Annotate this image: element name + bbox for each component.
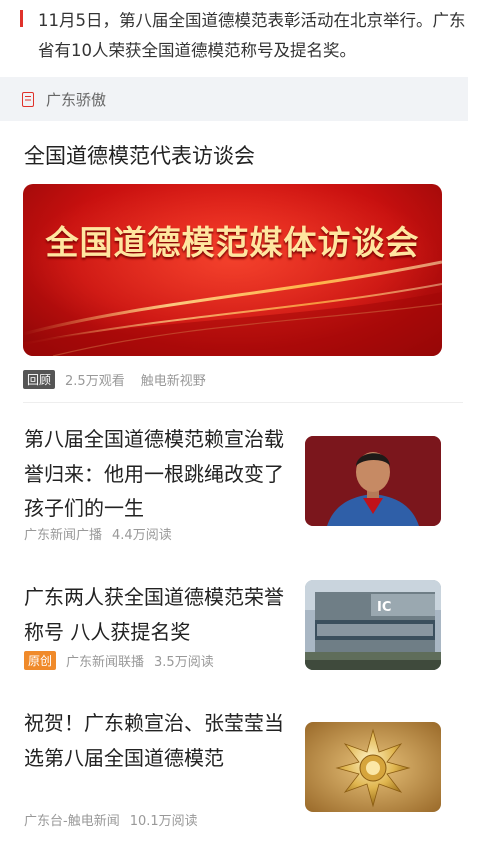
video-banner[interactable]: 全国道德模范媒体访谈会 [23,184,442,356]
article-card[interactable]: 广东两人获全国道德模范荣誉称号 八人获提名奖 原创 广东新闻联播 3.5万阅读 … [0,580,490,680]
article-card[interactable]: 第八届全国道德模范赖宣治载誉归来：他用一根跳绳改变了孩子们的一生 广东新闻广播 … [0,420,490,550]
section-header[interactable]: 广东骄傲 [0,77,468,121]
article-meta: 广东新闻广播 4.4万阅读 [24,524,182,543]
article-source: 广东新闻联播 [66,655,145,670]
section-label: 广东骄傲 [46,90,107,109]
document-icon [22,91,34,107]
replay-badge: 回顾 [23,370,56,389]
article-title[interactable]: 广东两人获全国道德模范荣誉称号 八人获提名奖 [24,580,286,649]
video-source: 触电新视野 [140,374,206,389]
article-card[interactable]: 祝贺！广东赖宣治、张莹莹当选第八届全国道德模范 广东台-触电新闻 10.1万阅读 [0,706,490,836]
video-title[interactable]: 全国道德模范代表访谈会 [24,140,255,170]
intro-accent-bar [20,10,23,27]
article-title[interactable]: 第八届全国道德模范赖宣治载誉归来：他用一根跳绳改变了孩子们的一生 [24,422,286,526]
article-thumbnail-portrait[interactable] [305,436,441,526]
intro-paragraph: 11月5日，第八届全国道德模范表彰活动在北京举行。广东省有10人荣获全国道德模范… [0,0,490,74]
article-thumbnail-medal[interactable] [305,722,441,812]
article-title[interactable]: 祝贺！广东赖宣治、张莹莹当选第八届全国道德模范 [24,706,286,775]
intro-text: 11月5日，第八届全国道德模范表彰活动在北京举行。广东省有10人荣获全国道德模范… [38,11,466,60]
view-count: 2.5万观看 [65,374,125,389]
article-meta: 广东台-触电新闻 10.1万阅读 [24,810,208,829]
article-read-count: 3.5万阅读 [154,655,214,670]
divider [23,402,463,403]
article-read-count: 10.1万阅读 [129,814,198,829]
original-badge: 原创 [24,651,57,670]
article-source: 广东新闻广播 [24,528,103,543]
svg-text:IC: IC [377,600,391,615]
article-read-count: 4.4万阅读 [112,528,172,543]
banner-decoration [23,184,442,356]
article-meta: 原创 广东新闻联播 3.5万阅读 [24,651,224,670]
article-thumbnail-building[interactable]: IC [305,580,441,670]
video-meta: 回顾 2.5万观看 触电新视野 [23,370,206,389]
article-source: 广东台-触电新闻 [24,814,120,829]
banner-title: 全国道德模范媒体访谈会 [45,223,420,262]
